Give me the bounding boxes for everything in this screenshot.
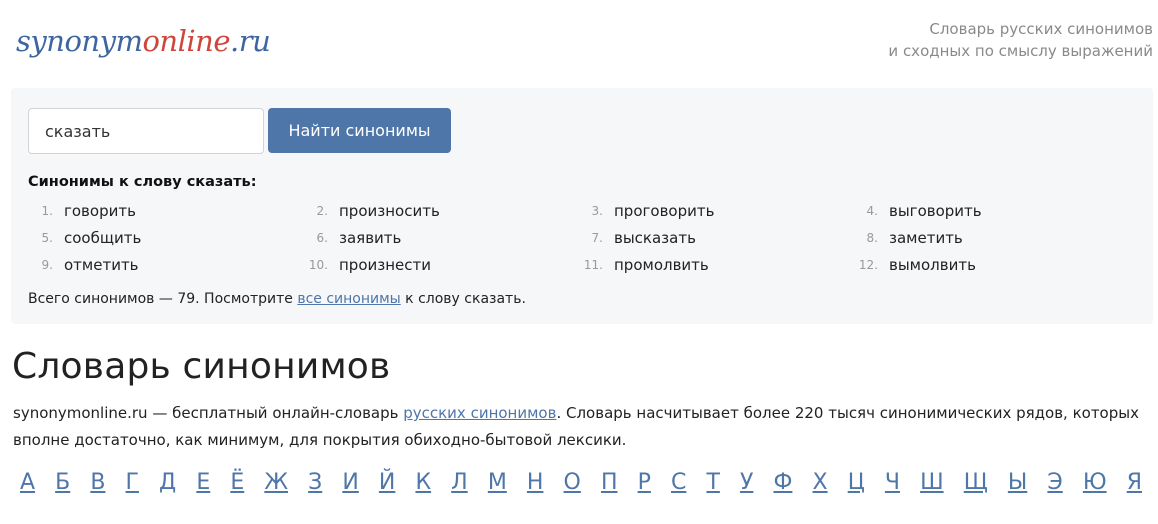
alphabet-letter-link[interactable]: Й — [370, 468, 404, 500]
synonym-item[interactable]: 1. говорить — [28, 197, 303, 224]
synonym-word[interactable]: заметить — [885, 229, 963, 247]
alphabet-letter-link[interactable]: Ы — [999, 468, 1036, 500]
synonym-word[interactable]: сообщить — [60, 229, 141, 247]
total-prefix: Всего синонимов — 79. Посмотрите — [28, 291, 298, 307]
alphabet-letter-link[interactable]: Э — [1038, 468, 1071, 500]
synonym-item[interactable]: 3. проговорить — [578, 197, 853, 224]
synonym-word[interactable]: говорить — [60, 202, 136, 220]
synonym-number: 6. — [316, 230, 328, 245]
logo-part-ru: .ru — [230, 24, 271, 58]
synonym-number: 5. — [41, 230, 53, 245]
tagline-line-2: и сходных по смыслу выражений — [888, 42, 1153, 60]
synonym-word[interactable]: отметить — [60, 256, 139, 274]
synonym-word[interactable]: вымолвить — [885, 256, 976, 274]
synonym-item[interactable]: 6. заявить — [303, 224, 578, 251]
search-button[interactable]: Найти синонимы — [268, 108, 451, 153]
synonym-item[interactable]: 5. сообщить — [28, 224, 303, 251]
synonym-item[interactable]: 10. произнести — [303, 251, 578, 278]
alphabet-letter-link[interactable]: Д — [150, 468, 185, 500]
alphabet-letter-link[interactable]: Ч — [876, 468, 909, 500]
synonym-word[interactable]: проговорить — [610, 202, 714, 220]
alphabet-letter-link[interactable]: Ю — [1074, 468, 1116, 500]
synonym-word[interactable]: промолвить — [610, 256, 709, 274]
alphabet-letter-link[interactable]: Ф — [764, 468, 801, 500]
alphabet-letter-link[interactable]: О — [555, 468, 590, 500]
synonym-item[interactable]: 2. произносить — [303, 197, 578, 224]
alphabet-letter-link[interactable]: Ё — [221, 468, 253, 500]
dictionary-title: Словарь синонимов — [12, 346, 391, 387]
synonym-word[interactable]: выговорить — [885, 202, 982, 220]
alphabet-letter-link[interactable]: И — [333, 468, 367, 500]
logo-part-online: online — [142, 24, 230, 58]
alphabet-letter-link[interactable]: В — [81, 468, 114, 500]
alphabet-letter-link[interactable]: П — [592, 468, 627, 500]
synonym-item[interactable]: 8. заметить — [853, 224, 1128, 251]
synonym-number: 10. — [308, 257, 328, 272]
search-input[interactable] — [28, 108, 264, 154]
russian-synonyms-link[interactable]: русских синонимов — [403, 404, 556, 422]
all-synonyms-link[interactable]: все синонимы — [297, 291, 400, 307]
synonym-word[interactable]: высказать — [610, 229, 696, 247]
alphabet-nav: АБВГДЕЁЖЗИЙКЛМНОПРСТУФХЦЧШЩЫЭЮЯ — [11, 468, 1151, 500]
logo-part-synonym: synonym — [16, 24, 143, 58]
search-panel: Найти синонимы Синонимы к слову сказать:… — [11, 88, 1153, 324]
synonyms-list: 1. говорить 2. произносить 3. проговорить 4. вы… — [28, 197, 1138, 278]
alphabet-letter-link[interactable]: Щ — [955, 468, 997, 500]
synonym-number: 11. — [583, 257, 603, 272]
site-logo[interactable]: synonymonline.ru — [16, 24, 271, 58]
synonym-word[interactable]: заявить — [335, 229, 401, 247]
alphabet-letter-link[interactable]: А — [11, 468, 44, 500]
dictionary-intro: synonymonline.ru — бесплатный онлайн-сло… — [13, 400, 1148, 454]
alphabet-letter-link[interactable]: Ш — [911, 468, 953, 500]
synonyms-total: Всего синонимов — 79. Посмотрите все син… — [28, 291, 526, 307]
site-tagline: Словарь русских синонимов и сходных по с… — [888, 18, 1153, 62]
alphabet-letter-link[interactable]: Б — [46, 468, 79, 500]
synonym-item[interactable]: 11. промолвить — [578, 251, 853, 278]
intro-prefix: synonymonline.ru — бесплатный онлайн-сло… — [13, 404, 404, 422]
alphabet-letter-link[interactable]: М — [479, 468, 516, 500]
alphabet-letter-link[interactable]: Г — [117, 468, 148, 500]
synonym-number: 8. — [866, 230, 878, 245]
synonym-number: 1. — [41, 203, 53, 218]
alphabet-letter-link[interactable]: Я — [1118, 468, 1151, 500]
alphabet-letter-link[interactable]: Е — [187, 468, 219, 500]
synonym-word[interactable]: произносить — [335, 202, 440, 220]
synonym-number: 3. — [591, 203, 603, 218]
synonym-number: 12. — [858, 257, 878, 272]
synonym-number: 2. — [316, 203, 328, 218]
synonym-item[interactable]: 7. высказать — [578, 224, 853, 251]
alphabet-letter-link[interactable]: С — [662, 468, 695, 500]
alphabet-letter-link[interactable]: Х — [804, 468, 837, 500]
synonym-item[interactable]: 12. вымолвить — [853, 251, 1128, 278]
alphabet-letter-link[interactable]: Л — [442, 468, 477, 500]
synonym-item[interactable]: 9. отметить — [28, 251, 303, 278]
synonym-number: 4. — [866, 203, 878, 218]
alphabet-letter-link[interactable]: Н — [518, 468, 553, 500]
synonym-item[interactable]: 4. выговорить — [853, 197, 1128, 224]
alphabet-letter-link[interactable]: Р — [629, 468, 660, 500]
site-header: synonymonline.ru Словарь русских синоним… — [0, 0, 1158, 86]
synonym-number: 7. — [591, 230, 603, 245]
synonyms-heading: Синонимы к слову сказать: — [28, 174, 257, 190]
alphabet-letter-link[interactable]: Ж — [255, 468, 297, 500]
alphabet-letter-link[interactable]: З — [299, 468, 331, 500]
synonym-word[interactable]: произнести — [335, 256, 431, 274]
tagline-line-1: Словарь русских синонимов — [929, 20, 1153, 38]
alphabet-letter-link[interactable]: Ц — [839, 468, 874, 500]
total-suffix: к слову сказать. — [400, 291, 526, 307]
alphabet-letter-link[interactable]: Т — [697, 468, 728, 500]
synonym-number: 9. — [41, 257, 53, 272]
alphabet-letter-link[interactable]: К — [406, 468, 440, 500]
alphabet-letter-link[interactable]: У — [731, 468, 762, 500]
